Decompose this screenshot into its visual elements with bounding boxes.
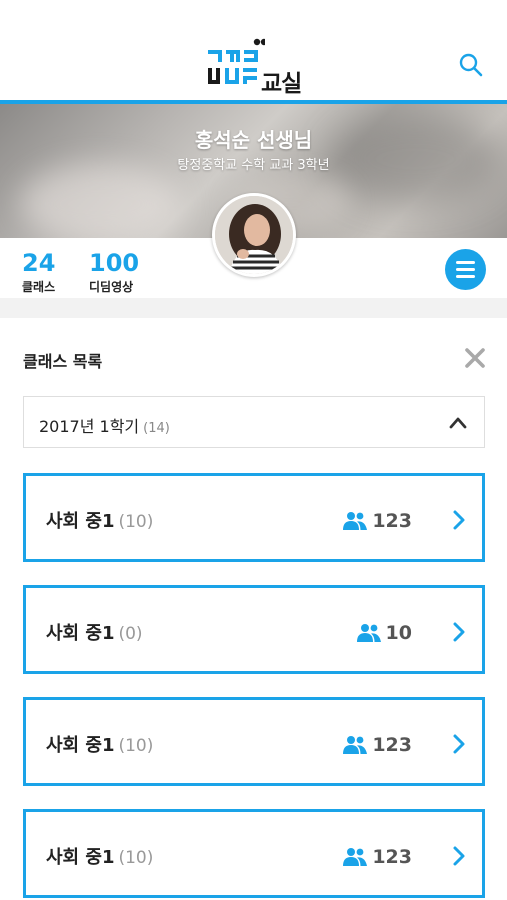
- class-members: 123: [343, 509, 412, 533]
- stat-classes[interactable]: 24 클래스: [22, 250, 55, 295]
- teacher-school-info: 탕정중학교 수학 교과 3학년: [177, 158, 330, 173]
- class-count: (10): [118, 512, 154, 532]
- semester-name: 2017년 1학기: [39, 417, 140, 436]
- class-members: 10: [356, 621, 412, 645]
- class-name-wrap: 사회 중1 (10): [46, 843, 153, 869]
- class-member-count: 10: [385, 622, 412, 644]
- class-card[interactable]: 사회 중1 (10) 123: [23, 697, 485, 786]
- menu-icon: [456, 275, 475, 278]
- avatar-image: [215, 196, 293, 274]
- class-name-wrap: 사회 중1 (10): [46, 507, 153, 533]
- chevron-right-icon: [453, 734, 465, 754]
- logo-text: 교실: [261, 71, 302, 97]
- people-icon: [343, 512, 368, 530]
- logo-mark-icon: [208, 38, 265, 84]
- search-icon: [459, 53, 483, 77]
- class-members: 123: [343, 845, 412, 869]
- search-button[interactable]: [458, 52, 488, 82]
- class-count: (10): [118, 848, 154, 868]
- stat-videos-value: 100: [89, 249, 140, 277]
- app-header: 교실: [0, 0, 507, 100]
- people-icon: [356, 624, 381, 642]
- stat-classes-label: 클래스: [22, 280, 56, 294]
- people-icon: [343, 736, 368, 754]
- people-icon: [343, 848, 368, 866]
- chevron-right-icon: [453, 510, 465, 530]
- class-member-count: 123: [372, 846, 412, 868]
- banner-blur: [20, 164, 180, 238]
- stat-classes-value: 24: [22, 249, 56, 277]
- close-button[interactable]: [463, 346, 487, 370]
- app-logo[interactable]: 교실: [205, 38, 305, 97]
- class-list-title: 클래스 목록: [23, 352, 103, 371]
- semester-label: 2017년 1학기 (14): [39, 413, 170, 437]
- class-name-wrap: 사회 중1 (10): [46, 731, 153, 757]
- class-count: (0): [118, 624, 143, 644]
- class-name: 사회 중1: [46, 511, 115, 532]
- class-member-count: 123: [372, 734, 412, 756]
- teacher-name: 홍석순 선생님: [194, 128, 313, 152]
- class-count: (10): [118, 736, 154, 756]
- class-card[interactable]: 사회 중1 (10) 123: [23, 809, 485, 898]
- menu-icon: [456, 261, 475, 264]
- chevron-up-icon: [449, 417, 467, 429]
- menu-button[interactable]: [445, 249, 486, 290]
- class-members: 123: [343, 733, 412, 757]
- stat-videos[interactable]: 100 디딤영상: [89, 250, 139, 295]
- class-name: 사회 중1: [46, 847, 115, 868]
- section-divider: [0, 298, 507, 318]
- class-name-wrap: 사회 중1 (0): [46, 619, 143, 645]
- class-member-count: 123: [372, 510, 412, 532]
- chevron-right-icon: [453, 846, 465, 866]
- semester-dropdown[interactable]: 2017년 1학기 (14): [23, 396, 485, 448]
- semester-count: (14): [143, 421, 170, 436]
- class-name: 사회 중1: [46, 735, 115, 756]
- stat-videos-label: 디딤영상: [89, 280, 134, 294]
- chevron-right-icon: [453, 622, 465, 642]
- menu-icon: [456, 268, 475, 271]
- class-card[interactable]: 사회 중1 (10) 123: [23, 473, 485, 562]
- close-icon: [465, 348, 485, 368]
- class-name: 사회 중1: [46, 623, 115, 644]
- profile-avatar[interactable]: [212, 193, 296, 277]
- class-card[interactable]: 사회 중1 (0) 10: [23, 585, 485, 674]
